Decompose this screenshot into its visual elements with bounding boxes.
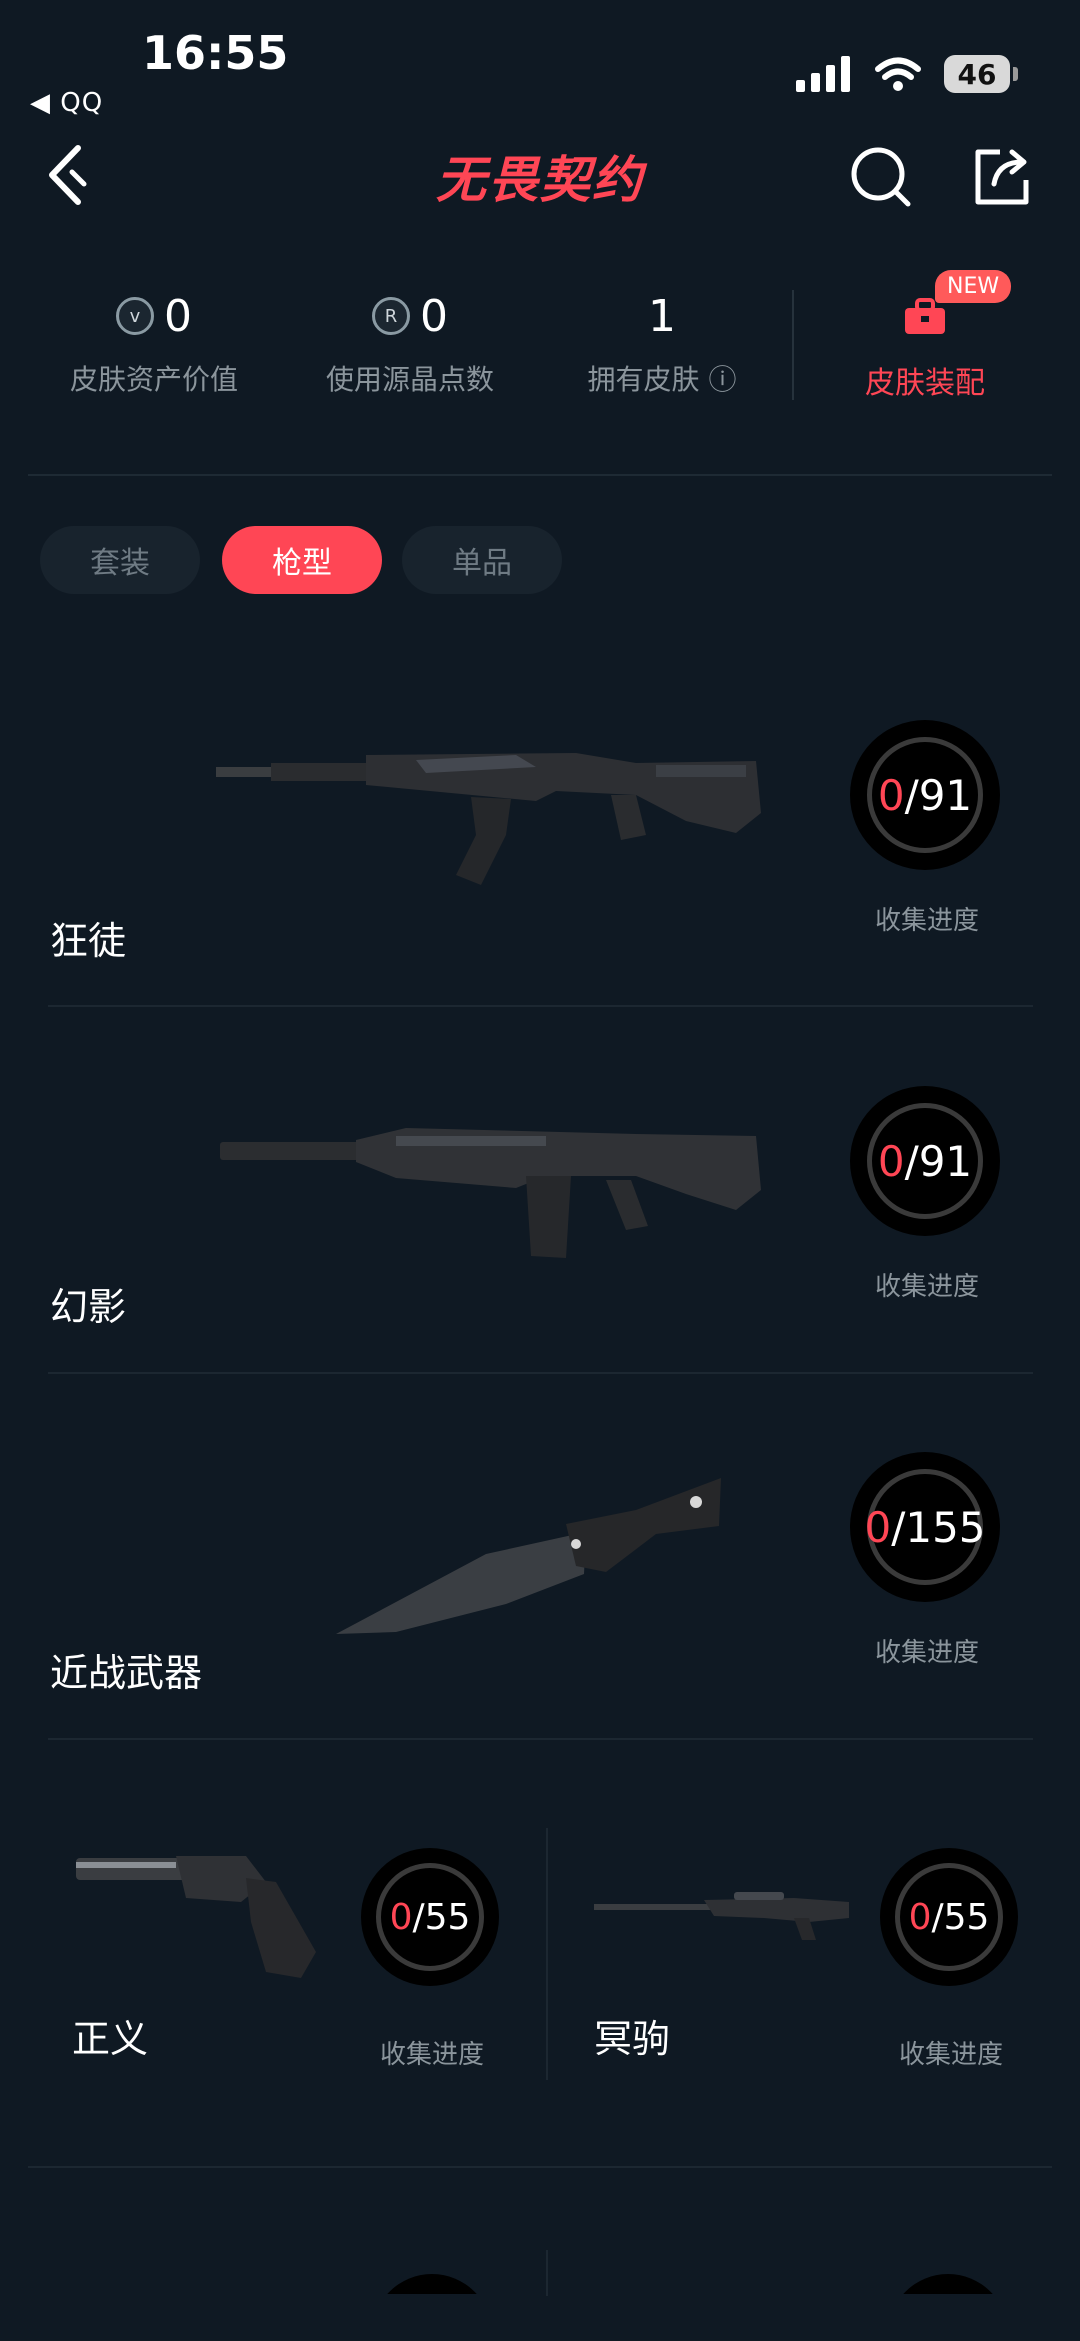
stat-skin-asset-value: v 0 皮肤资产价值 (34, 288, 274, 398)
total-count: /91 (904, 770, 973, 820)
owned-count: 0 (877, 770, 905, 820)
tab-weapon-type[interactable]: 枪型 (222, 526, 382, 594)
sheriff-image (76, 1856, 316, 1978)
progress-label: 收集进度 (875, 906, 980, 936)
progress-label: 收集进度 (875, 1638, 980, 1668)
wifi-icon (875, 57, 921, 91)
equip-label: 皮肤装配 (865, 366, 985, 401)
row-divider (28, 2166, 1052, 2168)
total-count: /55 (931, 1896, 990, 1938)
status-icons: 46 (796, 52, 1018, 96)
search-icon[interactable] (850, 144, 914, 208)
stat-label: 拥有皮肤 ⓘ (587, 363, 737, 396)
skin-equip-button[interactable]: NEW 皮肤装配 (830, 270, 1020, 402)
weapon-name: 正义 (72, 2017, 149, 2061)
share-icon[interactable] (970, 144, 1034, 208)
progress-label: 收集进度 (899, 2040, 1004, 2070)
tab-sets[interactable]: 套装 (40, 526, 200, 594)
stat-radianite-points: R 0 使用源晶点数 (290, 288, 530, 398)
back-to-app-link[interactable]: ◀ QQ (30, 88, 103, 118)
weapon-name: 冥驹 (594, 2017, 671, 2061)
column-divider (546, 2250, 548, 2296)
progress-label: 收集进度 (875, 1272, 980, 1302)
total-count: /55 (412, 1896, 471, 1938)
radianite-icon: R (372, 297, 410, 335)
weapon-name: 狂徒 (50, 919, 127, 963)
battery-indicator: 46 (944, 55, 1018, 93)
stats-divider (792, 290, 794, 400)
app-logo-title: 无畏契约 (436, 151, 644, 209)
row-divider (48, 1738, 1033, 1740)
owned-count: 0 (389, 1896, 413, 1938)
total-count: /91 (904, 1136, 973, 1186)
collection-progress-ring: 0/91 (850, 720, 1000, 870)
owned-count: 0 (877, 1136, 905, 1186)
status-time: 16:55 (142, 26, 289, 80)
progress-label: 收集进度 (380, 2040, 485, 2070)
phantom-image (220, 1128, 761, 1258)
signal-icon (796, 56, 850, 92)
new-badge: NEW (935, 270, 1012, 303)
partial-progress-ring (372, 2274, 492, 2294)
valorant-points-icon: v (116, 297, 154, 335)
vandal-image (216, 753, 761, 885)
stat-value: 0 (164, 290, 192, 342)
tab-single-item[interactable]: 单品 (402, 526, 562, 594)
total-count: /155 (891, 1502, 986, 1552)
melee-knife-image (336, 1478, 721, 1634)
stat-label: 使用源晶点数 (325, 363, 494, 396)
row-divider (48, 1005, 1033, 1007)
stat-owned-skins[interactable]: 1 拥有皮肤 ⓘ (542, 288, 782, 398)
weapon-name: 幻影 (50, 1285, 127, 1329)
row-divider (48, 1372, 1033, 1374)
collection-progress-ring: 0/91 (850, 1086, 1000, 1236)
owned-count: 0 (908, 1896, 932, 1938)
owned-count: 0 (864, 1502, 892, 1552)
section-divider (28, 474, 1052, 476)
collection-progress-ring: 0/155 (850, 1452, 1000, 1602)
weapon-name: 近战武器 (50, 1651, 203, 1695)
collection-progress-ring: 0/55 (880, 1848, 1018, 1986)
column-divider (546, 1828, 548, 2080)
partial-progress-ring (888, 2274, 1008, 2294)
stat-value: 0 (420, 290, 448, 342)
marshal-image (594, 1892, 849, 1940)
stat-label: 皮肤资产价值 (69, 363, 238, 396)
stat-value: 1 (648, 290, 676, 342)
collection-progress-ring: 0/55 (361, 1848, 499, 1986)
bottom-fade (0, 2296, 1080, 2341)
